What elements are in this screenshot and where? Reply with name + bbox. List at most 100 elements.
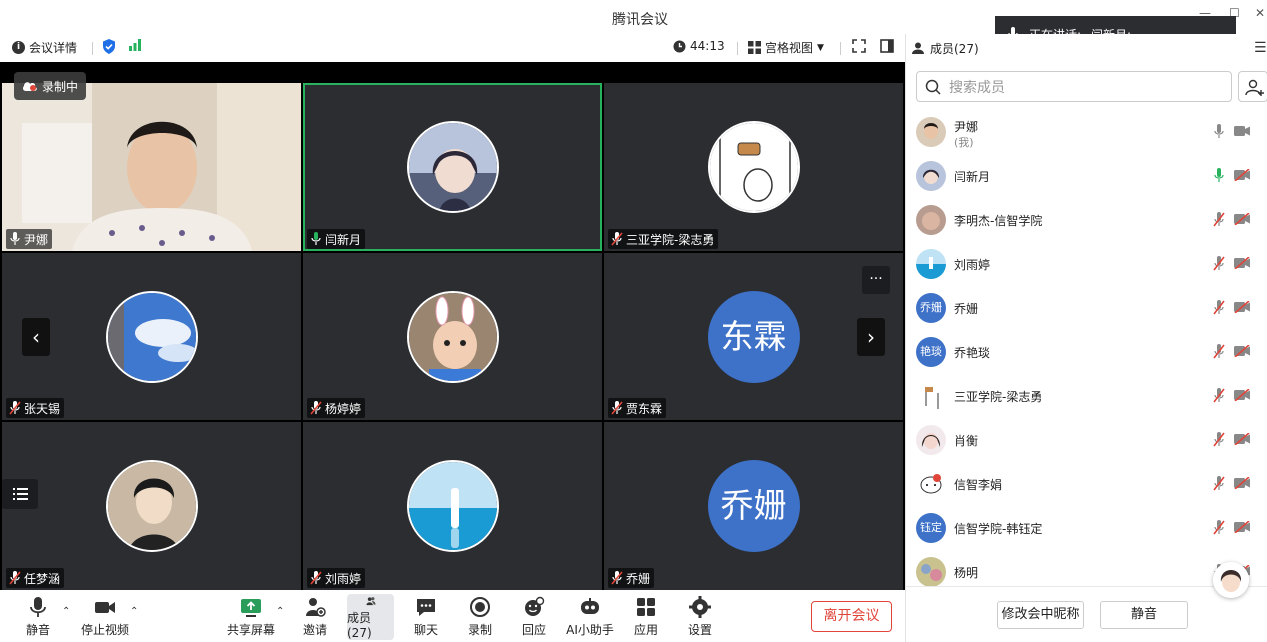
camera-off-icon[interactable] xyxy=(1234,300,1250,316)
camera-off-icon[interactable] xyxy=(1234,520,1250,536)
member-name: 刘雨婷 xyxy=(954,258,991,272)
menu-icon[interactable]: ☰ xyxy=(1254,40,1267,56)
member-name: 杨明 xyxy=(954,566,979,580)
camera-off-icon[interactable] xyxy=(1234,476,1250,492)
camera-off-icon[interactable] xyxy=(1234,212,1250,228)
apps-label: 应用 xyxy=(633,623,658,637)
apps-button[interactable]: 应用 xyxy=(630,594,662,640)
camera-off-icon[interactable] xyxy=(1234,432,1250,448)
member-row[interactable]: 钰定 信智学院-韩钰定 xyxy=(906,506,1267,550)
member-name: 三亚学院-梁志勇 xyxy=(954,390,1043,404)
mic-muted-icon[interactable] xyxy=(1213,432,1225,450)
camera-off-icon[interactable] xyxy=(1234,168,1250,184)
member-row[interactable]: 刘雨婷 xyxy=(906,242,1267,286)
chevron-up-icon[interactable]: ⌃ xyxy=(276,606,284,617)
mic-muted-icon[interactable] xyxy=(1213,520,1225,538)
chat-button[interactable]: 聊天 xyxy=(410,594,442,640)
close-icon[interactable]: ✕ xyxy=(1255,6,1265,20)
network-signal-icon[interactable] xyxy=(128,39,142,51)
next-page-icon[interactable]: › xyxy=(857,318,885,356)
camera-off-icon[interactable] xyxy=(1234,388,1250,404)
settings-button[interactable]: 设置 xyxy=(684,594,716,640)
share-screen-button[interactable]: 共享屏幕 xyxy=(227,594,275,640)
mic-muted-icon xyxy=(310,571,322,585)
members-icon xyxy=(365,597,376,606)
mic-muted-icon[interactable] xyxy=(1213,212,1225,230)
member-row[interactable]: 艳琰 乔艳琰 xyxy=(906,330,1267,374)
avatar xyxy=(916,381,946,411)
chevron-up-icon[interactable]: ⌃ xyxy=(130,606,138,617)
participant-name: 贾东霖 xyxy=(626,401,663,416)
member-name: 闫新月 xyxy=(954,170,991,184)
avatar: 艳琰 xyxy=(916,337,946,367)
avatar: 乔姗 xyxy=(916,293,946,323)
mute-button[interactable]: 静音 xyxy=(22,594,54,640)
ai-assistant-button[interactable]: AI小助手 xyxy=(566,594,614,640)
video-tile[interactable]: 任梦涵 xyxy=(2,422,301,590)
mic-muted-icon xyxy=(9,401,21,415)
mic-icon[interactable] xyxy=(1213,124,1225,142)
mute-label: 静音 xyxy=(25,623,50,637)
camera-off-icon[interactable] xyxy=(1234,344,1250,360)
chevron-down-icon: ▼ xyxy=(817,42,824,53)
mic-icon[interactable] xyxy=(1213,168,1225,186)
video-tile-active-speaker[interactable]: 闫新月 xyxy=(303,83,602,251)
prev-page-icon[interactable]: ‹ xyxy=(22,318,50,356)
meeting-window: 腾讯会议 — ☐ ✕ i 会议详情 44:13 宫格视图 ▼ 尹娜 闫新月 三亚… xyxy=(0,0,1267,642)
participant-name-tag: 刘雨婷 xyxy=(307,568,366,588)
member-row[interactable]: 闫新月 xyxy=(906,154,1267,198)
member-row[interactable]: 信智李娟 xyxy=(906,462,1267,506)
recording-badge[interactable]: 录制中 xyxy=(14,72,87,100)
mic-muted-icon[interactable] xyxy=(1213,388,1225,406)
rename-button[interactable]: 修改会中昵称 xyxy=(997,601,1084,629)
search-members-input[interactable]: 搜索成员 xyxy=(916,71,1232,102)
camera-off-icon[interactable] xyxy=(1234,256,1250,272)
more-options-icon[interactable]: ··· xyxy=(862,266,890,294)
chevron-up-icon[interactable]: ⌃ xyxy=(62,606,70,617)
mic-muted-icon xyxy=(611,571,623,585)
members-button[interactable]: 成员(27) xyxy=(347,594,394,640)
react-button[interactable]: 回应 xyxy=(518,594,550,640)
member-row[interactable]: 李明杰-信智学院 xyxy=(906,198,1267,242)
member-name: 尹娜 xyxy=(954,120,979,134)
mic-muted-icon[interactable] xyxy=(1213,476,1225,494)
member-row[interactable]: 乔姗 乔姗 xyxy=(906,286,1267,330)
record-button[interactable]: 录制 xyxy=(464,594,496,640)
mic-muted-icon[interactable] xyxy=(1213,300,1225,318)
mute-all-button[interactable]: 静音 xyxy=(1100,601,1188,629)
participant-name: 三亚学院-梁志勇 xyxy=(626,232,715,247)
assistant-avatar[interactable] xyxy=(1213,562,1249,598)
members-tab[interactable]: 成员(27) xyxy=(930,40,979,57)
meeting-details-button[interactable]: i 会议详情 xyxy=(12,39,77,56)
fullscreen-icon[interactable] xyxy=(852,39,866,53)
sidebar-toggle-icon[interactable] xyxy=(880,39,894,53)
meeting-toolbar: 静音 ⌃ 停止视频 ⌃ 共享屏幕 ⌃ 邀请 成员(27) 聊天 录制 回应 AI… xyxy=(0,590,905,642)
add-member-button[interactable] xyxy=(1238,71,1267,102)
invite-button[interactable]: 邀请 xyxy=(300,594,330,640)
camera-icon[interactable] xyxy=(1234,125,1250,140)
video-tile[interactable]: 刘雨婷 xyxy=(303,422,602,590)
participant-name-tag: 乔姗 xyxy=(608,568,655,588)
security-icon[interactable] xyxy=(102,39,116,54)
mic-muted-icon[interactable] xyxy=(1213,256,1225,274)
member-row[interactable]: 肖衡 xyxy=(906,418,1267,462)
member-row[interactable]: 三亚学院-梁志勇 xyxy=(906,374,1267,418)
search-placeholder: 搜索成员 xyxy=(949,79,1005,96)
record-icon xyxy=(470,597,490,617)
list-view-icon[interactable] xyxy=(2,479,38,509)
leave-meeting-button[interactable]: 离开会议 xyxy=(811,601,892,632)
video-tile[interactable]: 尹娜 xyxy=(2,83,301,251)
member-name: 乔艳琰 xyxy=(954,346,991,360)
participant-name-tag: 任梦涵 xyxy=(6,568,65,588)
mic-muted-icon[interactable] xyxy=(1213,344,1225,362)
stop-video-button[interactable]: 停止视频 xyxy=(80,594,130,640)
avatar xyxy=(406,460,499,552)
video-tile[interactable]: 乔姗 乔姗 xyxy=(604,422,903,590)
person-icon xyxy=(912,42,924,54)
member-row[interactable]: 尹娜 (我) xyxy=(906,110,1267,154)
gear-icon xyxy=(689,596,711,618)
mic-icon xyxy=(10,232,20,245)
video-tile[interactable]: 杨婷婷 xyxy=(303,253,602,420)
video-tile[interactable]: 三亚学院-梁志勇 xyxy=(604,83,903,251)
view-mode-dropdown[interactable]: 宫格视图 ▼ xyxy=(748,39,824,56)
